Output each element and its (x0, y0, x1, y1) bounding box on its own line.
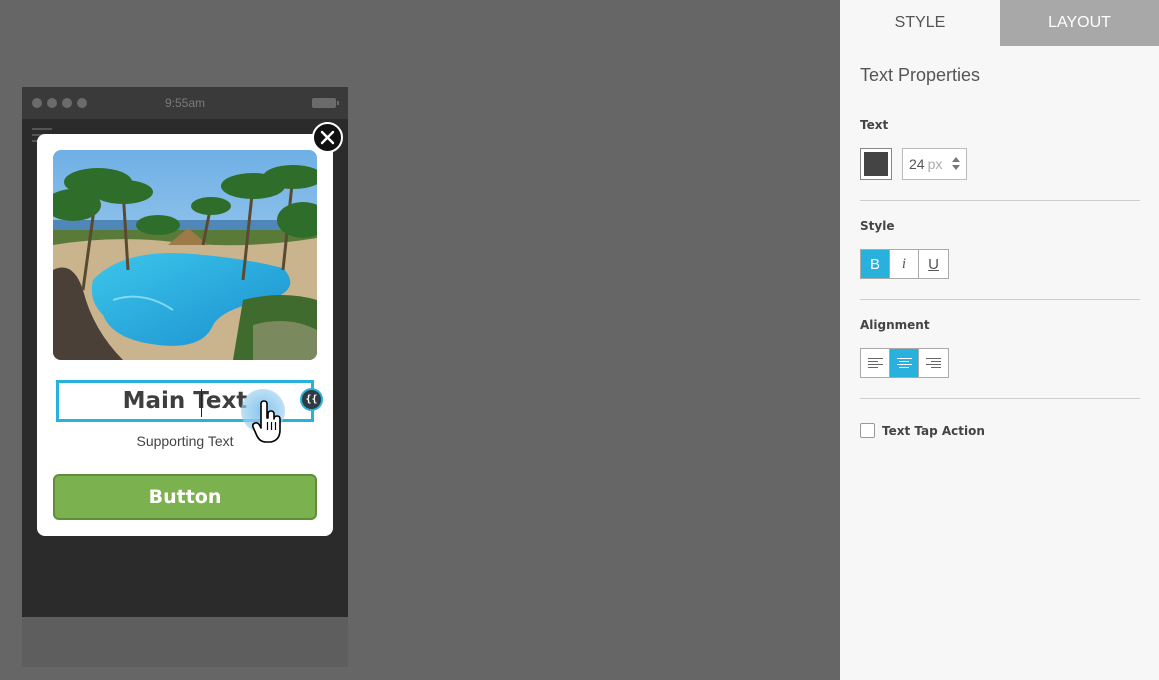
battery-icon (312, 98, 339, 108)
style-section-label: Style (860, 219, 895, 233)
close-button[interactable] (312, 122, 343, 153)
align-right-icon (926, 358, 941, 368)
font-size-unit: px (927, 156, 943, 172)
divider (860, 200, 1140, 201)
cta-button[interactable]: Button (53, 474, 317, 520)
text-style-group: B i U (860, 249, 949, 279)
stepper-up-icon[interactable] (952, 157, 960, 162)
tab-layout[interactable]: LAYOUT (1000, 0, 1159, 46)
panel-title: Text Properties (860, 65, 981, 85)
status-time: 9:55am (164, 96, 206, 110)
hero-image[interactable] (53, 150, 317, 360)
underline-button[interactable]: U (919, 250, 948, 278)
divider (860, 398, 1140, 399)
italic-button[interactable]: i (890, 250, 919, 278)
tab-style[interactable]: STYLE (840, 0, 1000, 46)
close-icon (320, 130, 335, 145)
merge-tag-icon: {{ (305, 394, 318, 405)
text-tap-action-label[interactable]: Text Tap Action (882, 424, 985, 438)
merge-tag-button[interactable]: {{ (300, 388, 323, 411)
color-swatch-fill (864, 152, 888, 176)
align-left-button[interactable] (861, 349, 890, 377)
text-tap-action-row[interactable]: Text Tap Action (860, 423, 985, 438)
text-section-label: Text (860, 118, 889, 132)
text-color-picker[interactable] (860, 148, 892, 180)
text-caret (200, 389, 202, 417)
font-size-value: 24 (909, 156, 925, 172)
stepper-down-icon[interactable] (952, 165, 960, 170)
panel-tabs: STYLE LAYOUT (840, 0, 1159, 46)
properties-panel: STYLE LAYOUT Text Properties Text 24 px … (840, 0, 1159, 680)
text-tap-action-checkbox[interactable] (860, 423, 875, 438)
supporting-text[interactable]: Supporting Text (37, 433, 333, 449)
phone-status-bar: 9:55am (22, 87, 348, 119)
font-size-input[interactable]: 24 px (902, 148, 967, 180)
alignment-group (860, 348, 949, 378)
alignment-section-label: Alignment (860, 318, 930, 332)
main-text[interactable]: Main Text (123, 388, 247, 417)
resort-pool-image (53, 150, 317, 360)
align-center-icon (896, 358, 912, 368)
phone-footer (22, 617, 348, 667)
align-left-icon (867, 358, 883, 368)
align-right-button[interactable] (919, 349, 948, 377)
divider (860, 299, 1140, 300)
align-center-button[interactable] (890, 349, 919, 377)
font-size-stepper[interactable] (952, 157, 960, 170)
bold-button[interactable]: B (861, 250, 890, 278)
